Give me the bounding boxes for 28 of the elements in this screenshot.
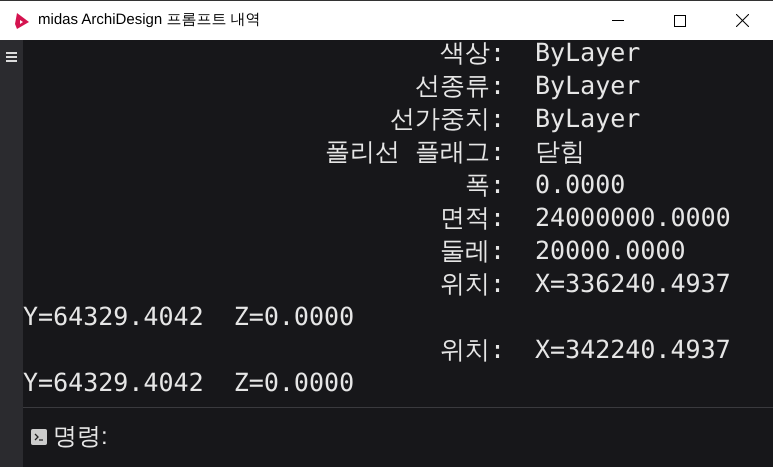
terminal-icon	[31, 429, 47, 445]
minimize-icon	[612, 20, 624, 22]
history-line: Y=64329.4042 Z=0.0000	[23, 301, 354, 333]
property-value: ByLayer	[534, 70, 640, 102]
property-value: 24000000.0000	[534, 202, 731, 234]
close-icon	[736, 14, 748, 27]
property-label: 위치:	[438, 334, 505, 366]
property-label: 면적:	[438, 202, 505, 234]
property-label: 위치:	[438, 268, 505, 300]
property-value: X=336240.4937	[534, 268, 731, 300]
property-label: 폴리선 플래그:	[324, 136, 505, 168]
property-value: 20000.0000	[534, 235, 686, 267]
property-label: 색상:	[438, 40, 505, 69]
history-line: Y=64329.4042 Z=0.0000	[23, 367, 354, 399]
property-label: 둘레:	[438, 235, 505, 267]
maximize-icon	[674, 14, 686, 26]
menu-icon[interactable]	[6, 52, 17, 62]
window-title: midas ArchiDesign 프롬프트 내역	[38, 10, 261, 30]
property-label: 폭:	[464, 169, 505, 201]
property-value: ByLayer	[534, 103, 640, 135]
property-value: X=342240.4937	[534, 334, 731, 366]
property-value: ByLayer	[534, 40, 640, 69]
property-value: 닫힘	[534, 136, 585, 168]
app-logo-icon	[14, 12, 30, 30]
property-label: 선종류:	[414, 70, 505, 102]
property-label: 선가중치:	[388, 103, 505, 135]
property-value: 0.0000	[534, 169, 626, 201]
command-prompt: 명령:	[53, 422, 108, 452]
